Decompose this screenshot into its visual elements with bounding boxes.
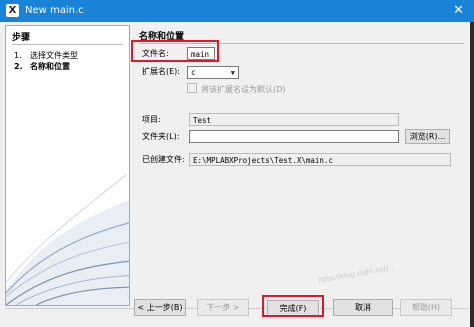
- chevron-down-icon: ▼: [230, 69, 235, 77]
- name-location-panel: 名称和位置 文件名: main 扩展名(E): c ▼ 将该扩展名设为默认(D)…: [131, 25, 464, 304]
- step-item-2: 2. 名称和位置: [14, 61, 70, 72]
- project-label: 项目:: [142, 115, 161, 124]
- step-number: 2.: [14, 62, 23, 71]
- close-icon[interactable]: ✕: [453, 3, 464, 18]
- step-number: 1.: [14, 51, 22, 60]
- steps-header: 步骤: [12, 33, 31, 43]
- project-field: Test: [189, 113, 399, 126]
- app-icon: X: [6, 4, 19, 17]
- help-button[interactable]: 帮助(H): [400, 299, 452, 316]
- steps-panel: 步骤 1. 选择文件类型 2. 名称和位置: [5, 25, 130, 306]
- highlight-box-filename: [131, 40, 219, 62]
- step-label: 名称和位置: [30, 62, 70, 71]
- checkbox-icon: [187, 83, 197, 93]
- extension-value: c: [191, 68, 196, 77]
- next-button[interactable]: 下一步 >: [197, 299, 249, 316]
- created-file-field: E:\MPLABXProjects\Test.X\main.c: [189, 153, 451, 166]
- title-bar: X New main.c ✕: [0, 0, 474, 22]
- set-default-label: 将该扩展名设为默认(D): [201, 85, 286, 94]
- extension-label: 扩展名(E):: [142, 67, 180, 76]
- step-item-1: 1. 选择文件类型: [14, 50, 78, 61]
- back-button[interactable]: < 上一步(B): [134, 299, 186, 316]
- dialog-body: 步骤 1. 选择文件类型 2. 名称和位置 名称和位置 文件名: main 扩展名(…: [0, 22, 474, 327]
- folder-label: 文件夹(L):: [142, 132, 180, 141]
- decorative-wave-art: [6, 174, 129, 305]
- extension-select[interactable]: c ▼: [187, 66, 239, 79]
- step-label: 选择文件类型: [30, 51, 78, 60]
- window-edge: [470, 22, 474, 327]
- steps-divider: [12, 44, 123, 45]
- window-title: New main.c: [25, 5, 84, 16]
- set-default-checkbox[interactable]: 将该扩展名设为默认(D): [187, 83, 285, 96]
- highlight-box-finish: [262, 295, 324, 317]
- cancel-button[interactable]: 取消: [333, 299, 393, 316]
- created-file-label: 已创建文件:: [142, 155, 185, 164]
- folder-input[interactable]: [189, 130, 399, 143]
- browse-button[interactable]: 浏览(R)...: [405, 129, 450, 144]
